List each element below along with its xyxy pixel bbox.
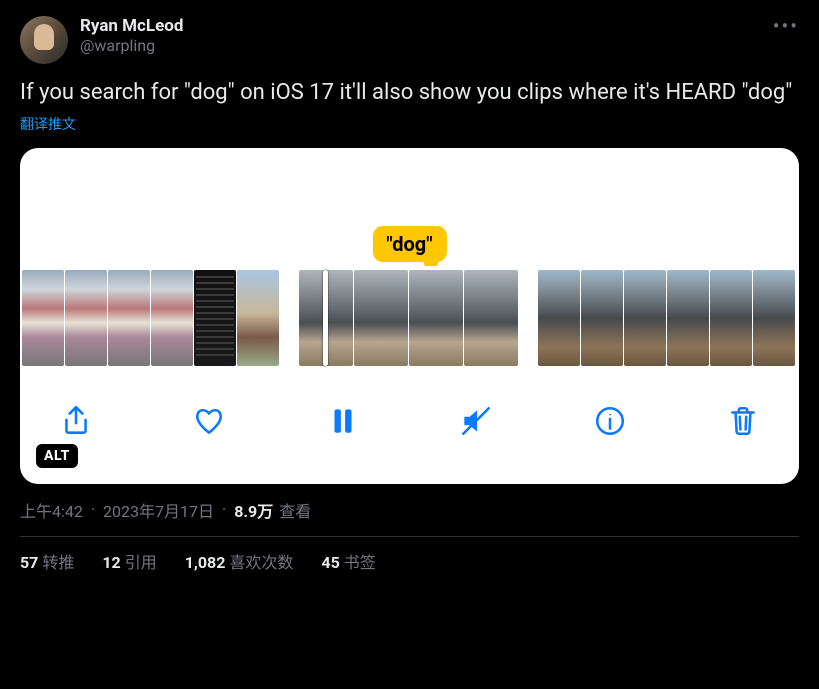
display-name[interactable]: Ryan McLeod — [80, 16, 183, 36]
clip-group-1[interactable] — [22, 270, 279, 366]
tweet-date[interactable]: 2023年7月17日 — [103, 498, 214, 522]
clip-thumbnail[interactable] — [710, 270, 752, 366]
tweet-time[interactable]: 上午4:42 — [20, 498, 83, 522]
clip-thumbnail[interactable] — [65, 270, 107, 366]
tweet-container: Ryan McLeod @warpling ••• If you search … — [0, 0, 819, 589]
separator: · — [222, 500, 226, 519]
avatar[interactable] — [20, 16, 68, 64]
views-label: 查看 — [279, 498, 311, 522]
clip-thumbnail[interactable] — [354, 270, 408, 366]
clip-thumbnail[interactable] — [194, 270, 236, 366]
separator: · — [91, 500, 95, 519]
quotes-stat[interactable]: 12 引用 — [102, 549, 156, 573]
retweets-stat[interactable]: 57转推 — [20, 549, 74, 573]
media-card[interactable]: "dog" — [20, 148, 799, 484]
likes-count: 1,082 — [185, 553, 226, 572]
clip-group-2[interactable] — [299, 270, 518, 366]
pause-icon[interactable] — [323, 401, 363, 441]
bookmarks-stat[interactable]: 45 书签 — [321, 549, 375, 573]
divider — [20, 536, 799, 537]
translate-link[interactable]: 翻译推文 — [20, 114, 76, 134]
stats-row: 57转推 12 引用 1,082喜欢次数 45 书签 — [20, 549, 799, 573]
heart-icon[interactable] — [189, 401, 229, 441]
clip-thumbnail[interactable] — [464, 270, 518, 366]
clip-thumbnail[interactable] — [753, 270, 795, 366]
clip-thumbnail[interactable] — [22, 270, 64, 366]
clip-group-3[interactable] — [538, 270, 795, 366]
tweet-header: Ryan McLeod @warpling ••• — [20, 16, 799, 64]
clip-thumbnail[interactable] — [624, 270, 666, 366]
quotes-count: 12 — [102, 553, 120, 572]
quotes-label: 引用 — [125, 553, 157, 572]
tooltip-caret — [424, 260, 438, 266]
media-controls — [20, 386, 799, 456]
bookmarks-count: 45 — [321, 553, 339, 572]
clip-thumbnail[interactable] — [538, 270, 580, 366]
clip-thumbnail[interactable] — [667, 270, 709, 366]
user-handle[interactable]: @warpling — [80, 36, 183, 55]
search-term-tooltip: "dog" — [372, 226, 446, 262]
clip-thumbnail[interactable] — [237, 270, 279, 366]
clip-thumbnail[interactable] — [409, 270, 463, 366]
clip-thumbnail[interactable] — [581, 270, 623, 366]
share-icon[interactable] — [56, 401, 96, 441]
video-timeline[interactable] — [20, 270, 799, 366]
likes-label: 喜欢次数 — [229, 553, 293, 572]
mute-icon[interactable] — [456, 401, 496, 441]
user-info: Ryan McLeod @warpling — [80, 16, 183, 55]
more-icon[interactable]: ••• — [773, 16, 799, 36]
bookmarks-label: 书签 — [344, 553, 376, 572]
trash-icon[interactable] — [723, 401, 763, 441]
clip-thumbnail[interactable] — [108, 270, 150, 366]
retweets-label: 转推 — [42, 553, 74, 572]
retweets-count: 57 — [20, 553, 38, 572]
tweet-meta: 上午4:42 · 2023年7月17日 · 8.9万 查看 — [20, 498, 799, 522]
info-icon[interactable] — [590, 401, 630, 441]
likes-stat[interactable]: 1,082喜欢次数 — [185, 549, 294, 573]
views-count[interactable]: 8.9万 — [234, 498, 273, 522]
clip-thumbnail[interactable] — [151, 270, 193, 366]
alt-badge[interactable]: ALT — [36, 444, 78, 468]
tweet-text: If you search for "dog" on iOS 17 it'll … — [20, 78, 799, 108]
playhead[interactable] — [323, 270, 328, 366]
